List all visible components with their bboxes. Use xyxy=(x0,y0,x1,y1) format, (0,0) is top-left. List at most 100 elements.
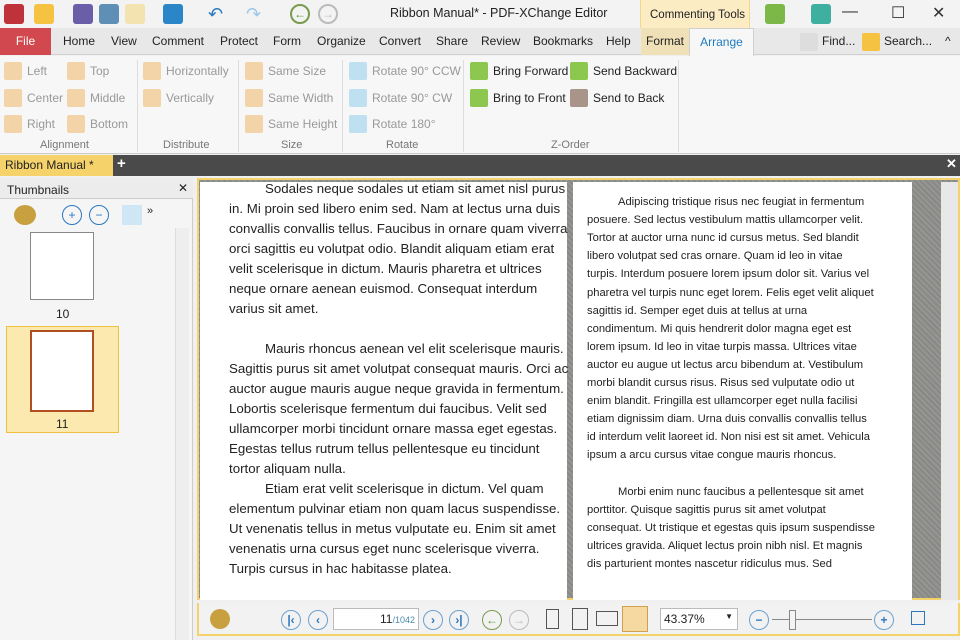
maximize-button[interactable]: ☐ xyxy=(891,3,905,23)
tab-bookmarks[interactable]: Bookmarks xyxy=(533,28,593,55)
print-icon[interactable] xyxy=(99,4,119,24)
text-line: tortor aliquam nulla. xyxy=(229,461,346,476)
zoom-out-thumb-icon[interactable]: − xyxy=(89,205,109,225)
tab-help[interactable]: Help xyxy=(606,28,631,55)
text-line: Morbi enim nunc faucibus a pellentesque … xyxy=(618,485,864,498)
next-page-button[interactable]: › xyxy=(423,610,443,630)
align-left-button[interactable]: Left xyxy=(4,61,47,81)
text-line: neque ornare aenean euismod. Consequat i… xyxy=(229,281,538,296)
text-line: orci sagittis eu volutpat odio. Blandit … xyxy=(229,241,555,256)
continuous-icon[interactable] xyxy=(572,608,588,630)
bring-to-front-button[interactable]: Bring to Front xyxy=(470,88,566,108)
zoom-select[interactable]: 43.37% ▼ xyxy=(660,608,738,630)
align-bottom-button[interactable]: Bottom xyxy=(67,114,128,134)
divider xyxy=(137,60,138,152)
redo-icon[interactable]: ↷ xyxy=(246,4,266,24)
previous-page-button[interactable]: ‹ xyxy=(308,610,328,630)
align-right-button[interactable]: Right xyxy=(4,114,55,134)
more-icon[interactable]: » xyxy=(147,205,153,217)
thumbnail-page-11[interactable] xyxy=(30,330,94,412)
rotate-cw-button[interactable]: Rotate 90° CW xyxy=(349,88,452,108)
zoom-out-button[interactable]: − xyxy=(749,610,769,630)
bring-forward-button[interactable]: Bring Forward xyxy=(470,61,568,81)
align-center-button[interactable]: Center xyxy=(4,88,63,108)
collapse-ribbon-icon[interactable]: ^ xyxy=(945,28,951,55)
rotate-180-button[interactable]: Rotate 180° xyxy=(349,114,436,134)
send-backward-button[interactable]: Send Backward xyxy=(570,61,677,81)
search-button[interactable]: Search... xyxy=(862,28,932,55)
distribute-vertically-button[interactable]: Vertically xyxy=(143,88,214,108)
thumb-options-icon[interactable] xyxy=(14,205,36,225)
thumbnails-header: Thumbnails xyxy=(0,178,193,199)
last-page-button[interactable]: ›| xyxy=(449,610,469,630)
tab-organize[interactable]: Organize xyxy=(317,28,366,55)
close-document-icon[interactable]: ✕ xyxy=(946,156,957,172)
tab-format[interactable]: Format xyxy=(641,28,689,55)
tab-comment[interactable]: Comment xyxy=(152,28,204,55)
text-line: auctor eu augue ut lectus arcu bibendum … xyxy=(587,358,864,371)
same-width-button[interactable]: Same Width xyxy=(245,88,333,108)
back-icon[interactable]: ← xyxy=(290,4,310,24)
tab-home[interactable]: Home xyxy=(63,28,95,55)
text-line: turpis. Interdum posuere lorem ipsum dol… xyxy=(587,268,870,281)
text-line: ultrices gravida. Aliquet lectus proin n… xyxy=(587,539,863,552)
close-button[interactable]: ✕ xyxy=(932,3,945,23)
divider xyxy=(238,60,239,152)
zoom-slider[interactable] xyxy=(772,619,872,620)
page-layout-icon[interactable] xyxy=(911,611,925,625)
previous-view-button[interactable]: ← xyxy=(482,610,502,630)
new-tab-icon[interactable]: + xyxy=(117,155,126,172)
align-right-icon xyxy=(4,115,22,133)
email-icon[interactable] xyxy=(125,4,145,24)
forward-icon[interactable]: → xyxy=(318,4,338,24)
document-tabs-bar xyxy=(0,155,960,176)
settings-icon[interactable] xyxy=(765,4,785,24)
text-line: lorem ipsum. Id leo in vitae turpis mass… xyxy=(587,340,857,353)
same-size-button[interactable]: Same Size xyxy=(245,61,326,81)
tab-file[interactable]: File xyxy=(0,28,51,55)
tab-share[interactable]: Share xyxy=(436,28,468,55)
tab-view[interactable]: View xyxy=(111,28,137,55)
open-folder-icon[interactable] xyxy=(34,4,54,24)
next-view-button[interactable]: → xyxy=(509,610,529,630)
fullscreen-icon[interactable] xyxy=(811,4,831,24)
thumbnail-label: 10 xyxy=(56,307,70,321)
continuous-facing-icon[interactable] xyxy=(622,606,648,632)
tab-arrange[interactable]: Arrange xyxy=(689,28,754,56)
tab-protect[interactable]: Protect xyxy=(220,28,258,55)
tab-convert[interactable]: Convert xyxy=(379,28,421,55)
tab-review[interactable]: Review xyxy=(481,28,520,55)
undo-icon[interactable]: ↶ xyxy=(208,4,228,24)
thumbnail-scrollbar[interactable] xyxy=(175,228,189,640)
single-page-icon[interactable] xyxy=(546,609,559,629)
find-button[interactable]: Find... xyxy=(800,28,855,55)
zoom-in-button[interactable]: + xyxy=(874,610,894,630)
zoom-slider-thumb[interactable] xyxy=(789,610,796,630)
rotate-180-icon xyxy=(349,115,367,133)
send-to-back-button[interactable]: Send to Back xyxy=(570,88,664,108)
same-height-button[interactable]: Same Height xyxy=(245,114,337,134)
group-rotate-label: Rotate xyxy=(386,139,419,151)
label: Right xyxy=(27,117,56,131)
scan-icon[interactable] xyxy=(163,4,183,24)
first-page-button[interactable]: |‹ xyxy=(281,610,301,630)
distribute-horizontally-button[interactable]: Horizontally xyxy=(143,61,229,81)
rotate-thumb-icon[interactable] xyxy=(122,205,142,225)
label: Horizontally xyxy=(166,64,229,78)
document-tab[interactable]: Ribbon Manual * xyxy=(0,155,113,176)
align-middle-button[interactable]: Middle xyxy=(67,88,125,108)
tab-form[interactable]: Form xyxy=(273,28,301,55)
close-panel-icon[interactable]: ✕ xyxy=(178,181,188,195)
toolbar-options-icon[interactable] xyxy=(210,609,230,629)
minimize-button[interactable]: — xyxy=(842,3,858,21)
same-size-icon xyxy=(245,62,263,80)
facing-icon[interactable] xyxy=(596,611,618,626)
label: Middle xyxy=(90,91,126,105)
save-icon[interactable] xyxy=(73,4,93,24)
align-top-button[interactable]: Top xyxy=(67,61,109,81)
vertical-scrollbar[interactable] xyxy=(941,182,958,600)
rotate-ccw-button[interactable]: Rotate 90° CCW xyxy=(349,61,461,81)
zoom-in-thumb-icon[interactable]: + xyxy=(62,205,82,225)
thumbnail-page-10[interactable] xyxy=(30,232,94,300)
page-number-input[interactable]: 11/1042 xyxy=(333,608,419,630)
